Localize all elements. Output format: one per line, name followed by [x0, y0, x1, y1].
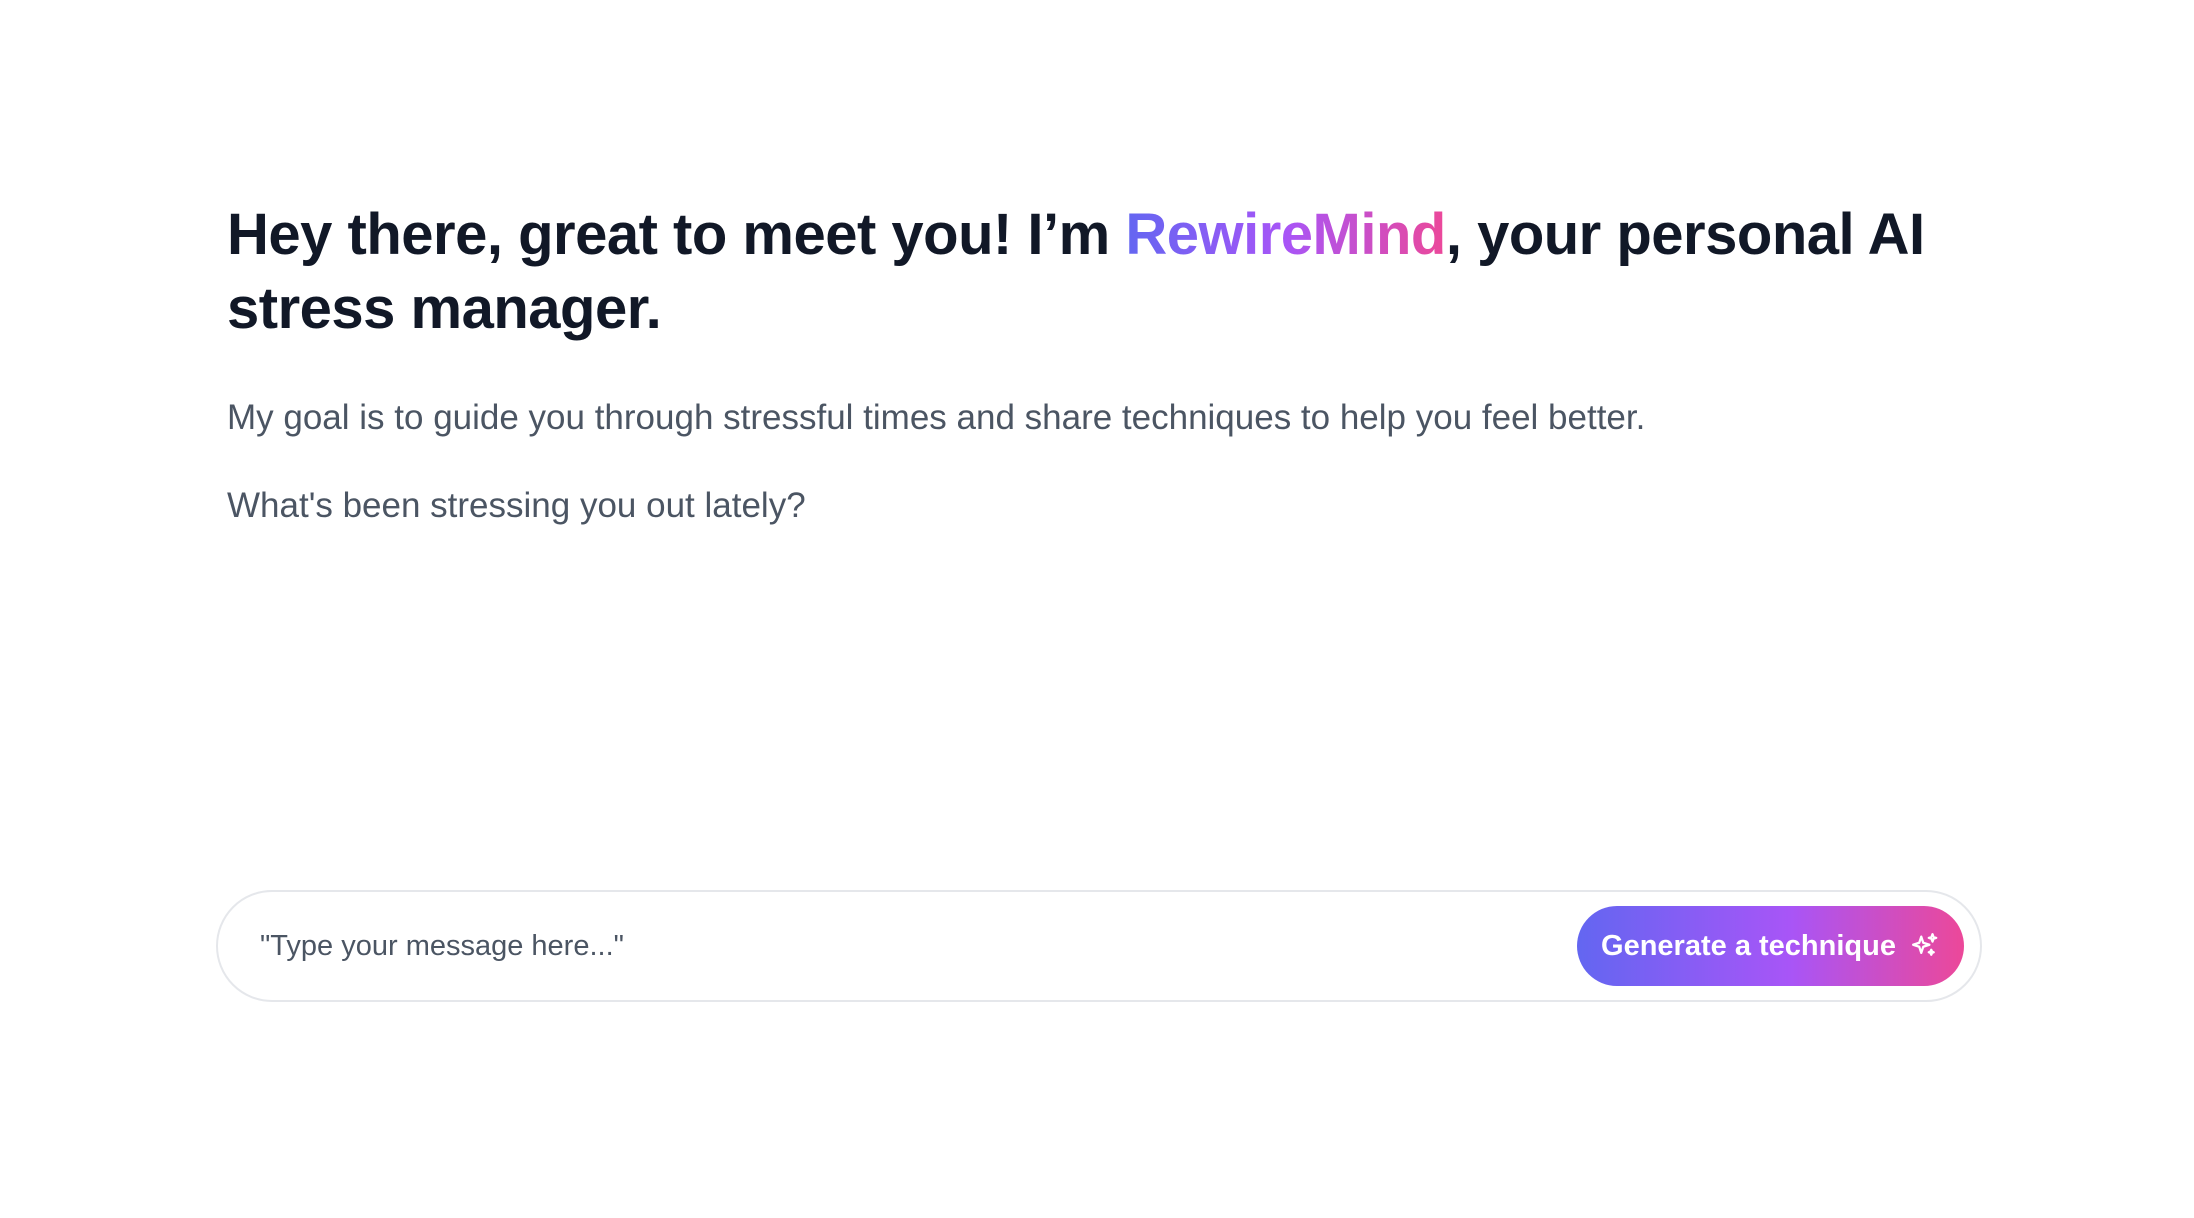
- brand-name: RewireMind: [1125, 202, 1446, 267]
- stress-question: What's been stressing you out lately?: [227, 486, 806, 525]
- message-composer: Generate a technique: [216, 890, 1982, 1002]
- welcome-headline: Hey there, great to meet you! I’m Rewire…: [227, 198, 1987, 346]
- generate-technique-button[interactable]: Generate a technique: [1577, 906, 1964, 986]
- welcome-section: Hey there, great to meet you! I’m Rewire…: [227, 198, 1987, 528]
- message-input[interactable]: [258, 915, 1577, 977]
- goal-description: My goal is to guide you through stressfu…: [227, 398, 1646, 437]
- headline-intro: Hey there, great to meet you! I’m: [227, 202, 1126, 267]
- generate-button-label: Generate a technique: [1601, 929, 1896, 962]
- sparkles-icon: [1911, 933, 1938, 956]
